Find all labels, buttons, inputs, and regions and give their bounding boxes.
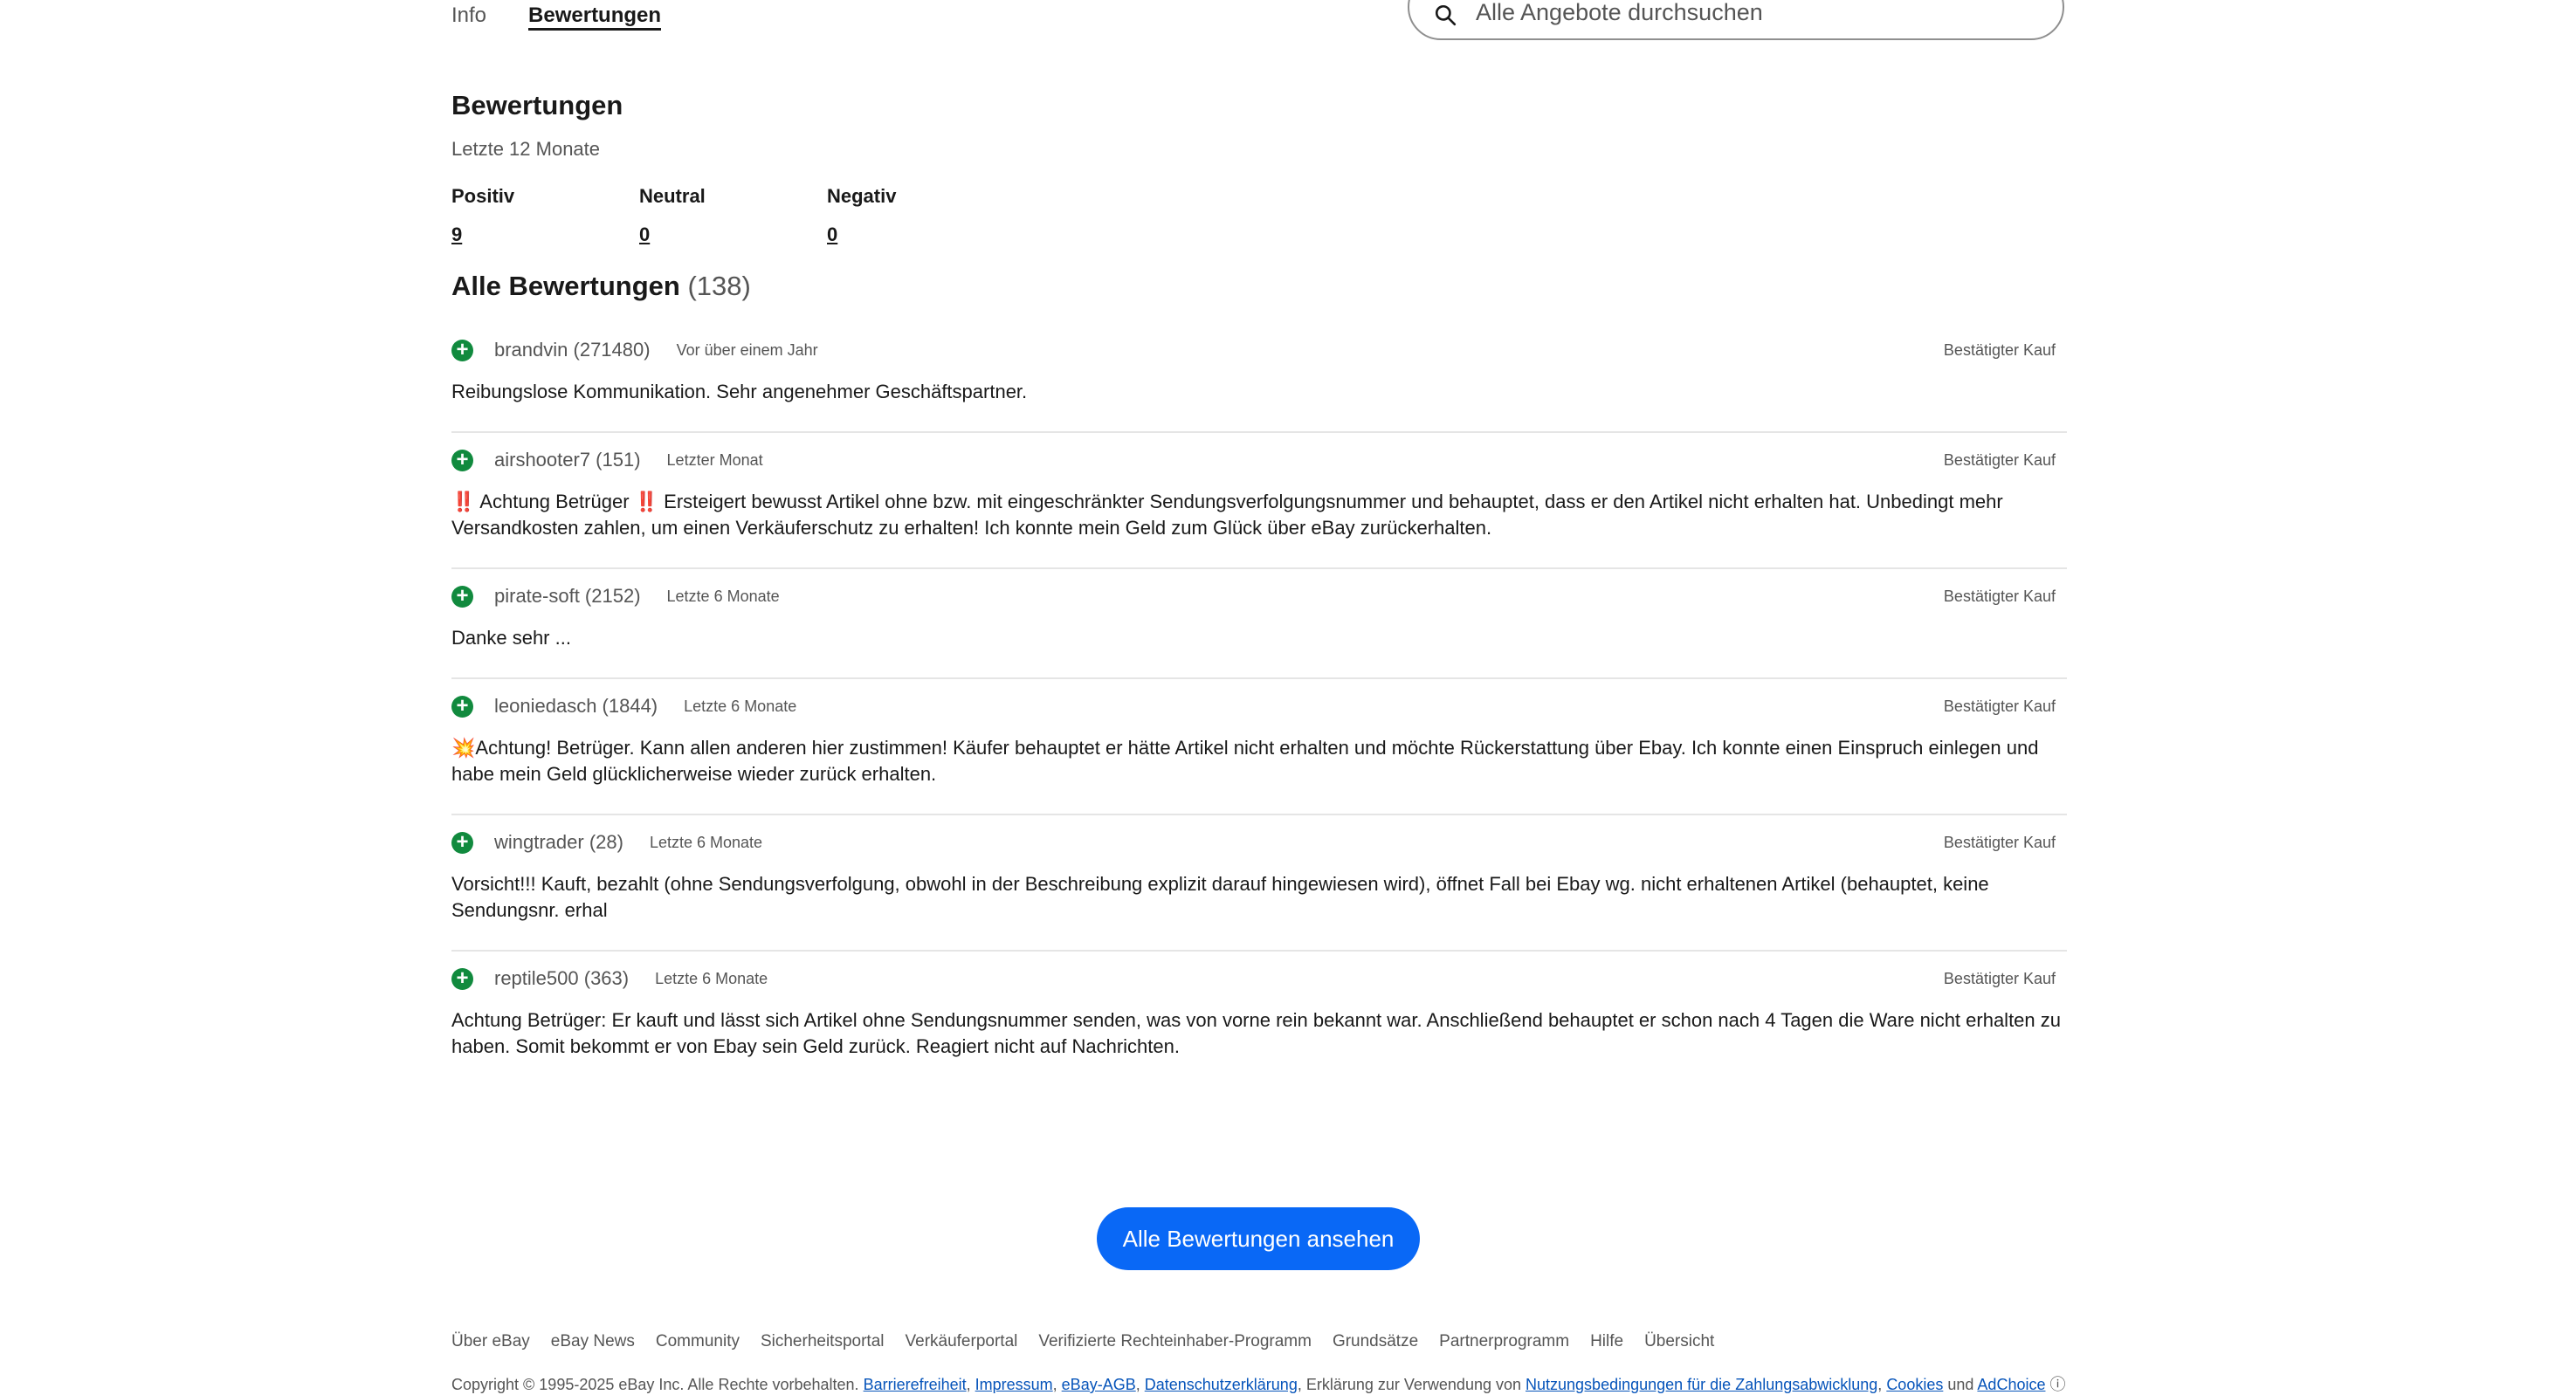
positive-plus-icon: + <box>451 695 473 718</box>
search-input[interactable] <box>1476 0 2035 26</box>
reviewer-name[interactable]: wingtrader (28) <box>494 831 623 854</box>
footer-link[interactable]: Grundsätze <box>1333 1332 1418 1351</box>
reviewer-name[interactable]: leoniedasch (1844) <box>494 695 658 718</box>
review-body: Achtung! Betrüger. Kann allen anderen hi… <box>451 737 2039 785</box>
reviewer-name[interactable]: pirate-soft (2152) <box>494 585 641 608</box>
footer-link[interactable]: Verkäuferportal <box>906 1332 1018 1351</box>
review-item: + brandvin (271480) Vor über einem Jahr … <box>451 323 2067 433</box>
all-reviews-title: Alle Bewertungen <box>451 271 680 301</box>
stat-negative-count[interactable]: 0 <box>827 223 837 246</box>
reviewer-name[interactable]: reptile500 (363) <box>494 967 629 990</box>
review-time: Letzter Monat <box>666 450 763 469</box>
feedback-stats: Positiv 9 Neutral 0 Negativ 0 <box>451 185 1015 246</box>
copyright-text: Copyright © 1995-2025 eBay Inc. Alle Rec… <box>451 1376 859 1393</box>
verified-purchase-badge: Bestätigter Kauf <box>1943 833 2056 851</box>
review-time: Vor über einem Jahr <box>676 340 818 359</box>
legal-link-privacy[interactable]: Datenschutzerklärung <box>1145 1376 1298 1393</box>
stat-positive: Positiv 9 <box>451 185 639 246</box>
review-body: Vorsicht!!! Kauft, bezahlt (ohne Sendung… <box>451 873 1989 921</box>
view-all-reviews-button[interactable]: Alle Bewertungen ansehen <box>1097 1207 1420 1270</box>
review-item: + reptile500 (363) Letzte 6 Monate Bestä… <box>451 952 2067 1086</box>
review-text: Reibungslose Kommunikation. Sehr angeneh… <box>451 379 2067 431</box>
footer-link[interactable]: Übersicht <box>1644 1332 1714 1351</box>
review-text: 💥Achtung! Betrüger. Kann allen anderen h… <box>451 735 2067 814</box>
verified-purchase-badge: Bestätigter Kauf <box>1943 969 2056 987</box>
positive-plus-icon: + <box>451 449 473 471</box>
collision-icon: 💥 <box>451 737 476 759</box>
stat-neutral: Neutral 0 <box>639 185 827 246</box>
positive-plus-icon: + <box>451 831 473 854</box>
review-time: Letzte 6 Monate <box>655 969 768 987</box>
reviewer-name[interactable]: brandvin (271480) <box>494 339 651 361</box>
review-body: Danke sehr ... <box>451 627 571 649</box>
review-time: Letzte 6 Monate <box>666 587 780 605</box>
stat-label: Negativ <box>827 185 897 207</box>
legal-link-payments[interactable]: Nutzungsbedingungen für die Zahlungsabwi… <box>1526 1376 1877 1393</box>
review-item: + airshooter7 (151) Letzter Monat Bestät… <box>451 433 2067 569</box>
legal-link-cookies[interactable]: Cookies <box>1886 1376 1943 1393</box>
review-text: ‼️ Achtung Betrüger ‼️ Ersteigert bewuss… <box>451 489 2067 567</box>
review-list: + brandvin (271480) Vor über einem Jahr … <box>451 323 2067 1086</box>
tab-bar: Info Bewertungen <box>451 0 662 35</box>
review-item: + leoniedasch (1844) Letzte 6 Monate Bes… <box>451 679 2067 815</box>
adchoice-info-icon[interactable]: ⓘ <box>2049 1376 2065 1393</box>
review-header: + airshooter7 (151) Letzter Monat Bestät… <box>451 433 2067 487</box>
footer-links: Über eBay eBay News Community Sicherheit… <box>451 1332 1714 1351</box>
tab-bewertungen[interactable]: Bewertungen <box>528 0 662 31</box>
review-header: + brandvin (271480) Vor über einem Jahr … <box>451 323 2067 377</box>
legal-link-imprint[interactable]: Impressum <box>975 1376 1053 1393</box>
verified-purchase-badge: Bestätigter Kauf <box>1943 450 2056 469</box>
verified-purchase-badge: Bestätigter Kauf <box>1943 587 2056 605</box>
footer-link[interactable]: Hilfe <box>1590 1332 1623 1351</box>
footer-link[interactable]: Sicherheitsportal <box>761 1332 885 1351</box>
review-item: + pirate-soft (2152) Letzte 6 Monate Bes… <box>451 569 2067 679</box>
review-text: Achtung Betrüger: Er kauft und lässt sic… <box>451 1007 2067 1086</box>
footer-link[interactable]: Über eBay <box>451 1332 530 1351</box>
search-box[interactable] <box>1408 0 2064 40</box>
review-header: + wingtrader (28) Letzte 6 Monate Bestät… <box>451 815 2067 869</box>
stat-neutral-count[interactable]: 0 <box>639 223 650 246</box>
review-header: + leoniedasch (1844) Letzte 6 Monate Bes… <box>451 679 2067 733</box>
review-text: Danke sehr ... <box>451 625 2067 677</box>
review-body: Achtung Betrüger ‼️ Ersteigert bewusst A… <box>451 491 2003 539</box>
copyright-und: und <box>1947 1376 1974 1393</box>
review-time: Letzte 6 Monate <box>649 833 763 851</box>
review-text: Vorsicht!!! Kauft, bezahlt (ohne Sendung… <box>451 871 2067 950</box>
legal-link-terms[interactable]: eBay-AGB <box>1062 1376 1136 1393</box>
review-time: Letzte 6 Monate <box>684 697 797 715</box>
legal-link-accessibility[interactable]: Barrierefreiheit <box>864 1376 967 1393</box>
all-reviews-count: (138) <box>687 271 751 301</box>
footer-link[interactable]: Verifizierte Rechteinhaber-Programm <box>1038 1332 1312 1351</box>
review-body: Reibungslose Kommunikation. Sehr angeneh… <box>451 381 1028 402</box>
positive-plus-icon: + <box>451 339 473 361</box>
reviewer-name[interactable]: airshooter7 (151) <box>494 449 641 471</box>
tab-info[interactable]: Info <box>451 0 486 35</box>
footer-copyright: Copyright © 1995-2025 eBay Inc. Alle Rec… <box>451 1376 2066 1393</box>
positive-plus-icon: + <box>451 585 473 608</box>
stat-label: Positiv <box>451 185 515 207</box>
stat-label: Neutral <box>639 185 706 207</box>
verified-purchase-badge: Bestätigter Kauf <box>1943 697 2056 715</box>
review-body: Achtung Betrüger: Er kauft und lässt sic… <box>451 1009 2062 1057</box>
page: Info Bewertungen Bewertungen Letzte 12 M… <box>0 0 2576 1393</box>
stat-negative: Negativ 0 <box>827 185 1015 246</box>
review-header: + pirate-soft (2152) Letzte 6 Monate Bes… <box>451 569 2067 623</box>
feedback-title: Bewertungen <box>451 90 623 120</box>
verified-purchase-badge: Bestätigter Kauf <box>1943 340 2056 359</box>
footer-link[interactable]: Partnerprogramm <box>1439 1332 1569 1351</box>
search-icon <box>1435 4 1457 26</box>
review-header: + reptile500 (363) Letzte 6 Monate Bestä… <box>451 952 2067 1006</box>
all-reviews-heading: Alle Bewertungen (138) <box>451 271 751 302</box>
review-item: + wingtrader (28) Letzte 6 Monate Bestät… <box>451 815 2067 952</box>
double-exclamation-icon: ‼️ <box>451 491 476 512</box>
copyright-middle-text: , Erklärung zur Verwendung von <box>1297 1376 1521 1393</box>
stat-positive-count[interactable]: 9 <box>451 223 462 246</box>
positive-plus-icon: + <box>451 967 473 990</box>
feedback-period: Letzte 12 Monate <box>451 138 601 160</box>
legal-link-adchoice[interactable]: AdChoice <box>1977 1376 2045 1393</box>
footer-link[interactable]: Community <box>656 1332 740 1351</box>
footer-link[interactable]: eBay News <box>551 1332 635 1351</box>
